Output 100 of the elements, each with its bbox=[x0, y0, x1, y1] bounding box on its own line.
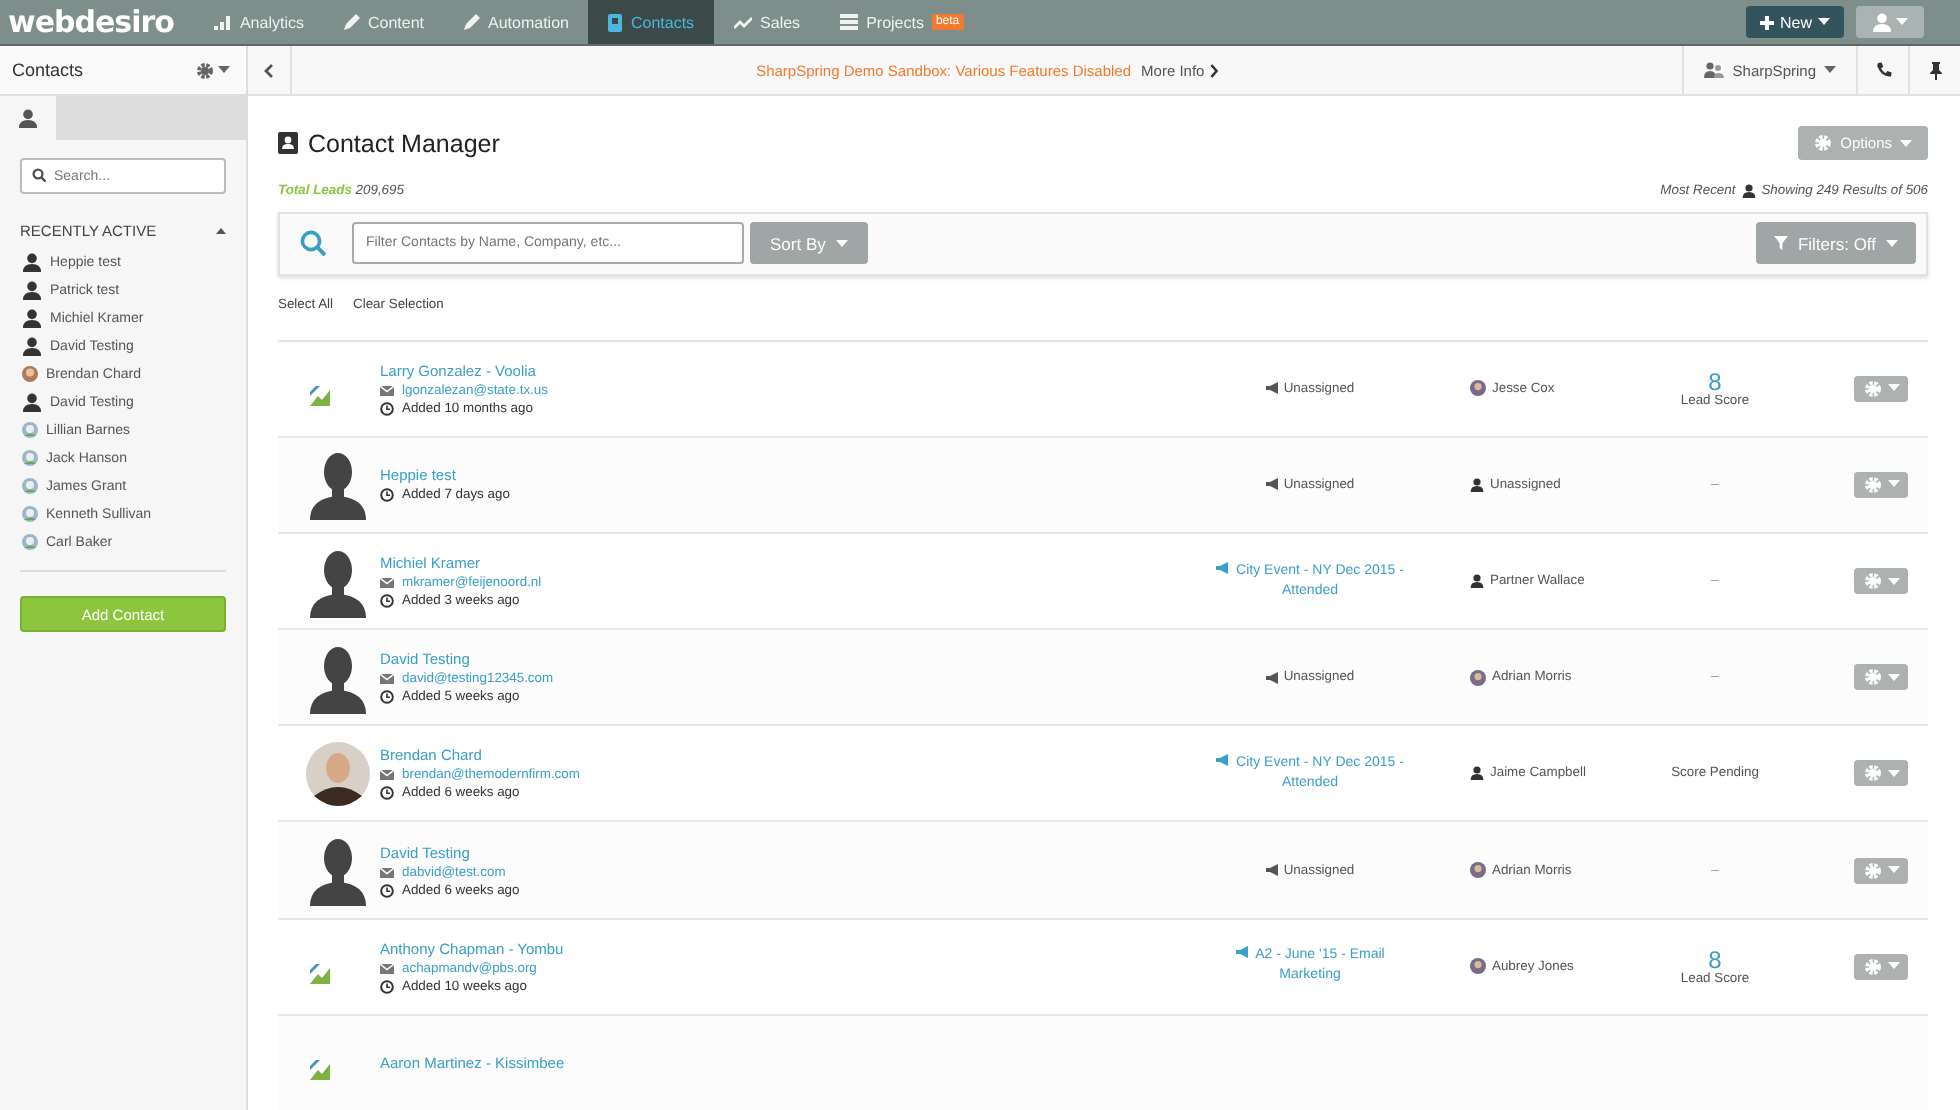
megaphone-icon bbox=[1216, 561, 1231, 574]
chevron-right-icon bbox=[1210, 63, 1219, 77]
row-actions-button[interactable] bbox=[1854, 760, 1908, 787]
row-actions-button[interactable] bbox=[1854, 568, 1908, 595]
broken-image-icon bbox=[310, 964, 330, 985]
clock-icon bbox=[380, 488, 394, 503]
gear-icon bbox=[1863, 764, 1881, 783]
person-icon bbox=[22, 308, 42, 328]
person-icon bbox=[22, 336, 42, 356]
avatar-icon bbox=[22, 422, 38, 438]
caret-icon bbox=[1887, 962, 1899, 971]
lead-score-value: 8 bbox=[1708, 947, 1722, 972]
caret-icon bbox=[218, 66, 230, 74]
gear-icon bbox=[1863, 572, 1881, 591]
pencil-icon bbox=[343, 14, 360, 30]
avatar-icon bbox=[1470, 669, 1486, 686]
address-book-icon bbox=[278, 132, 298, 154]
row-actions-button[interactable] bbox=[1854, 375, 1908, 402]
caret-icon bbox=[1887, 769, 1899, 778]
sidebar-title: Contacts bbox=[12, 60, 84, 80]
megaphone-icon bbox=[1265, 478, 1280, 491]
sort-by-button[interactable]: Sort By bbox=[750, 222, 868, 265]
page-title: Contact Manager bbox=[308, 129, 500, 157]
nav-tab[interactable]: Contacts bbox=[588, 0, 715, 44]
caret-icon bbox=[835, 239, 848, 248]
photo-placeholder bbox=[22, 366, 38, 382]
person-icon bbox=[1741, 184, 1756, 198]
people-icon bbox=[1704, 62, 1725, 78]
gear-icon bbox=[1863, 957, 1881, 976]
person-silhouette-icon bbox=[310, 641, 366, 714]
gear-icon bbox=[1863, 475, 1881, 494]
collapse-caret-icon[interactable] bbox=[216, 228, 226, 234]
avatar-icon bbox=[1470, 958, 1486, 975]
envelope-icon bbox=[380, 770, 394, 781]
person-icon bbox=[18, 108, 38, 128]
gear-icon bbox=[1863, 379, 1881, 398]
clock-icon bbox=[380, 979, 394, 994]
caret-icon bbox=[1818, 18, 1830, 26]
broken-image-icon bbox=[310, 386, 330, 407]
megaphone-icon bbox=[1265, 864, 1280, 877]
clock-icon bbox=[380, 690, 394, 705]
envelope-icon bbox=[380, 867, 394, 878]
avatar-icon bbox=[1470, 862, 1486, 879]
caret-icon bbox=[1887, 673, 1899, 682]
person-icon bbox=[22, 280, 42, 300]
phone-book-icon bbox=[608, 13, 623, 31]
clock-icon bbox=[380, 883, 394, 898]
row-actions-button[interactable] bbox=[1854, 664, 1908, 691]
row-actions-button[interactable] bbox=[1854, 953, 1908, 980]
logo[interactable]: webdesiro bbox=[0, 0, 194, 44]
plus-icon bbox=[1759, 15, 1774, 29]
nav-tab[interactable]: Content bbox=[323, 0, 444, 44]
row-actions-button[interactable] bbox=[1854, 471, 1908, 498]
avatar-icon bbox=[22, 506, 38, 522]
phone-icon bbox=[1875, 62, 1891, 78]
nav-tab[interactable]: Automation bbox=[444, 0, 589, 44]
megaphone-icon bbox=[1235, 946, 1250, 959]
list-icon bbox=[840, 14, 859, 30]
caret-icon bbox=[1824, 66, 1836, 74]
pencil-icon bbox=[464, 14, 480, 30]
filter-icon bbox=[1773, 236, 1788, 251]
clock-icon bbox=[380, 401, 394, 416]
megaphone-icon bbox=[1216, 753, 1231, 766]
avatar-icon bbox=[22, 534, 38, 550]
nav-tab[interactable]: Sales bbox=[714, 0, 821, 44]
search-icon bbox=[300, 230, 326, 257]
envelope-icon bbox=[380, 963, 394, 974]
gear-icon bbox=[1863, 861, 1881, 880]
new-button[interactable]: New bbox=[1745, 6, 1844, 38]
clock-icon bbox=[380, 786, 394, 801]
caret-icon bbox=[1896, 18, 1908, 26]
envelope-icon bbox=[380, 674, 394, 685]
contacts-tab[interactable] bbox=[0, 96, 56, 140]
avatar-icon bbox=[22, 450, 38, 466]
person-icon bbox=[1872, 12, 1892, 32]
settings-button[interactable] bbox=[196, 61, 230, 79]
broken-image-icon bbox=[310, 1060, 330, 1081]
avatar-icon bbox=[22, 478, 38, 494]
person-icon bbox=[22, 252, 42, 272]
caret-icon bbox=[1886, 239, 1898, 248]
clock-icon bbox=[380, 594, 394, 609]
gear-icon bbox=[196, 61, 214, 79]
nav-tab[interactable]: Analytics bbox=[193, 0, 324, 44]
filters-button[interactable]: Filters: Off bbox=[1755, 222, 1916, 265]
caret-icon bbox=[1887, 480, 1899, 489]
megaphone-icon bbox=[1265, 671, 1280, 684]
person-icon bbox=[1470, 574, 1484, 589]
line-chart-icon bbox=[734, 15, 753, 29]
avatar-icon bbox=[1470, 380, 1486, 397]
person-icon bbox=[1470, 766, 1484, 781]
bar-chart-icon bbox=[213, 14, 232, 30]
person-silhouette-icon bbox=[310, 834, 366, 907]
gear-icon bbox=[1814, 134, 1833, 152]
caret-icon bbox=[1887, 577, 1899, 586]
megaphone-icon bbox=[1265, 382, 1280, 395]
envelope-icon bbox=[380, 578, 394, 589]
row-actions-button[interactable] bbox=[1854, 857, 1908, 884]
pin-icon bbox=[1929, 61, 1941, 79]
person-icon bbox=[1470, 477, 1484, 492]
chevron-left-icon bbox=[264, 63, 274, 77]
